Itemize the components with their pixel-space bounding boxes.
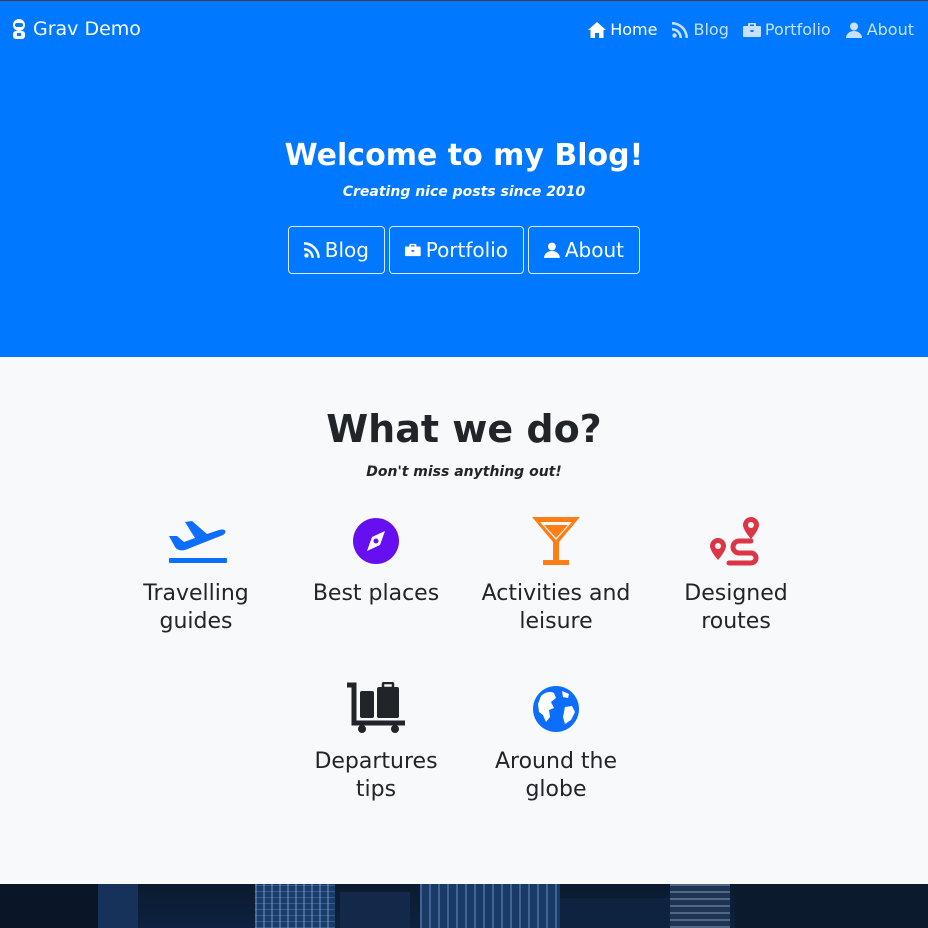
nav-link-label: Blog [693,20,729,39]
user-icon [544,242,560,258]
blog-button-label: Blog [324,238,369,262]
feature-label: Designed routes [684,581,788,634]
portfolio-button[interactable]: Portfolio [389,226,524,274]
brand-link[interactable]: Grav Demo [10,18,141,40]
nav-links: Home Blog Portfolio About [588,20,914,39]
nav-link-label: About [866,20,914,39]
nav-link-blog[interactable]: Blog [671,20,729,39]
brand-name: Grav Demo [33,18,141,40]
portfolio-button-label: Portfolio [425,238,508,262]
globe-icon [533,686,579,732]
about-button[interactable]: About [528,226,640,274]
cocktail-icon [532,517,580,565]
feature-label: Best places [312,581,440,606]
user-icon [845,22,862,38]
nav-link-about[interactable]: About [845,20,914,39]
nav-link-label: Portfolio [764,20,831,39]
feature-label: Travelling guides [143,581,249,634]
rss-icon [672,21,689,38]
feature-activities: Activities and leisure [471,514,641,636]
feature-label: Departures tips [314,749,438,802]
section-subtitle: Don't miss anything out! [366,464,562,480]
briefcase-icon [405,243,421,257]
route-icon [710,517,759,566]
briefcase-icon [742,22,761,37]
hero-subtitle: Creating nice posts since 2010 [342,184,586,200]
nav-link-home[interactable]: Home [588,20,657,39]
nav-link-portfolio[interactable]: Portfolio [742,20,831,39]
feature-travelling-guides: Travelling guides [111,514,281,636]
section-title: What we do? [326,407,602,451]
feature-label: Around the globe [494,749,618,802]
about-button-label: About [564,238,624,262]
hero-buttons: Blog Portfolio About [0,226,928,274]
home-icon [588,21,607,38]
feature-best-places: Best places [291,514,461,608]
feature-around-globe: Around the globe [471,682,641,804]
plane-departure-icon [169,521,227,563]
navbar: Grav Demo Home Blog Portfolio About [0,0,928,60]
rss-icon [304,242,320,258]
blog-button[interactable]: Blog [288,226,385,274]
luggage-cart-icon [347,682,405,733]
nav-link-label: Home [610,20,658,39]
hero-section: Welcome to my Blog! Creating nice posts … [0,60,928,357]
feature-departures-tips: Departures tips [291,682,461,804]
hero-title: Welcome to my Blog! [284,138,644,173]
feature-label: Activities and leisure [481,581,631,634]
compass-icon [353,518,399,564]
feature-designed-routes: Designed routes [651,514,821,636]
city-skyline-image [0,884,928,928]
astronaut-icon [13,19,25,39]
